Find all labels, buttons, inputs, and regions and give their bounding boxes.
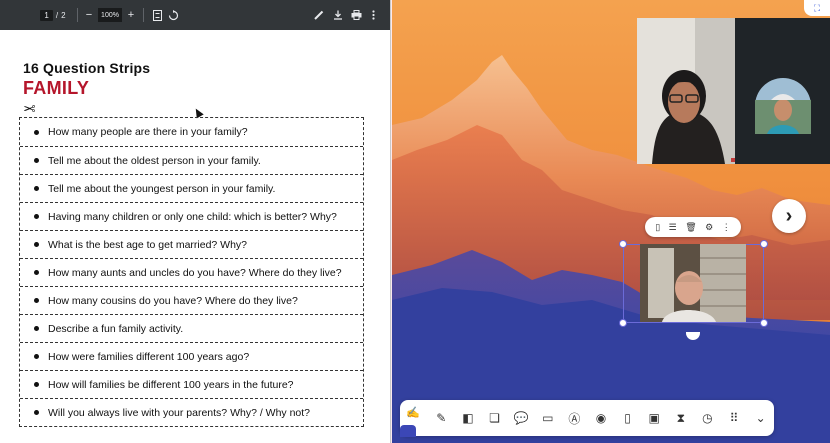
bullet-icon — [34, 186, 39, 191]
bullet-icon — [34, 382, 39, 387]
bullet-icon — [34, 270, 39, 275]
bullet-icon — [34, 298, 39, 303]
participant-video-1[interactable] — [637, 18, 735, 164]
question-strip: Describe a fun family activity. — [20, 314, 363, 342]
image-icon[interactable]: ▭ — [534, 407, 561, 429]
participant-video-2[interactable] — [735, 18, 830, 164]
zoom-out-button[interactable]: − — [84, 7, 94, 23]
screen: 1 / 2 − 100% + 16 Question Strips FAMILY… — [0, 0, 830, 443]
clock-icon[interactable]: ◷ — [694, 407, 721, 429]
question-strip: Will you always live with your parents? … — [20, 398, 363, 426]
question-strip: How will families be different 100 years… — [20, 370, 363, 398]
shapes-icon[interactable]: ◧ — [455, 407, 482, 429]
color-icon[interactable]: ◉ — [588, 407, 615, 429]
question-strips: How many people are there in your family… — [19, 117, 364, 427]
more-vert-icon[interactable] — [369, 7, 377, 23]
sticker-icon[interactable]: ❏ — [481, 407, 508, 429]
more-vert-icon[interactable]: ⋮ — [722, 222, 731, 233]
question-text: How many cousins do you have? Where do t… — [48, 294, 298, 307]
selection-toolbar: ▯ ☰ 🗑 ⚙ ⋮ — [645, 217, 741, 237]
question-strip: How were families different 100 years ag… — [20, 342, 363, 370]
bullet-icon — [34, 410, 39, 415]
chevron-right-icon: › — [785, 205, 793, 227]
layout-icon[interactable]: ☰ — [669, 222, 677, 233]
bullet-icon — [34, 326, 39, 331]
split-icon[interactable]: ▯ — [655, 222, 660, 233]
question-strip: How many people are there in your family… — [20, 118, 363, 146]
document-title: 16 Question Strips — [23, 60, 151, 76]
bullet-icon — [34, 129, 39, 135]
timer-icon[interactable]: ▯ — [614, 407, 641, 429]
question-text: Tell me about the oldest person in your … — [48, 154, 261, 167]
hourglass-icon[interactable]: ⧗ — [667, 407, 694, 429]
bullet-icon — [34, 354, 39, 359]
resize-handle-bottom-right[interactable] — [760, 319, 768, 327]
page-indicator[interactable]: 1 / 2 — [38, 8, 68, 22]
question-text: Tell me about the youngest person in you… — [48, 182, 276, 195]
question-strip: How many cousins do you have? Where do t… — [20, 286, 363, 314]
bottom-toolbar: ✎ ◧ ❏ 💬 ▭ Ⓐ ◉ ▯ ▣ ⧗ ◷ ⠿ ⌄ — [400, 400, 774, 436]
toolbar-divider — [77, 8, 78, 22]
question-text: How will families be different 100 years… — [48, 378, 294, 391]
bullet-icon — [34, 214, 39, 219]
rotate-icon[interactable] — [167, 7, 179, 23]
question-text: Describe a fun family activity. — [48, 322, 184, 335]
resize-handle-top-right[interactable] — [760, 240, 768, 248]
next-button[interactable]: › — [772, 199, 806, 233]
apps-grid-icon[interactable]: ⠿ — [721, 407, 748, 429]
pdf-viewer: 1 / 2 − 100% + 16 Question Strips FAMILY… — [0, 0, 391, 443]
download-icon[interactable] — [332, 7, 344, 23]
settings-icon[interactable]: ⚙ — [705, 222, 713, 233]
toolbar-divider — [143, 8, 144, 22]
resize-handle-top-left[interactable] — [619, 240, 627, 248]
fullscreen-icon[interactable]: ⛶ — [804, 0, 830, 16]
question-text: How many people are there in your family… — [48, 126, 248, 138]
chevron-down-icon[interactable]: ⌄ — [747, 407, 774, 429]
print-icon[interactable] — [350, 7, 362, 23]
whiteboard: ⛶ › ▯ ☰ 🗑 ⚙ ⋮ ✎ ◧ ❏ 💬 ▭ Ⓐ ◉ ▯ ▣ ⧗ ◷ ⠿ ⌄ … — [392, 0, 830, 443]
question-strip: What is the best age to get married? Why… — [20, 230, 363, 258]
question-text: Will you always live with your parents? … — [48, 406, 311, 419]
chat-icon[interactable]: 💬 — [508, 407, 535, 429]
question-strip: Tell me about the oldest person in your … — [20, 146, 363, 174]
page-total: 2 — [61, 10, 66, 20]
document-subtitle: FAMILY — [23, 78, 90, 98]
page-current-input[interactable]: 1 — [40, 9, 53, 21]
resize-handle-bottom-left[interactable] — [619, 319, 627, 327]
zoom-in-button[interactable]: + — [126, 7, 136, 23]
question-text: How were families different 100 years ag… — [48, 350, 250, 363]
question-text: What is the best age to get married? Why… — [48, 238, 248, 251]
question-strip: How many aunts and uncles do you have? W… — [20, 258, 363, 286]
note-edit-icon[interactable]: ✎ — [428, 407, 455, 429]
question-text: Having many children or only one child: … — [48, 210, 337, 223]
scissors-icon: ✂ — [23, 101, 36, 118]
media-icon[interactable]: ▣ — [641, 407, 668, 429]
active-tool-badge[interactable] — [400, 425, 416, 437]
text-icon[interactable]: Ⓐ — [561, 407, 588, 429]
zoom-level-input[interactable]: 100% — [98, 8, 122, 22]
page-separator: / — [55, 10, 59, 20]
bullet-icon — [34, 242, 39, 247]
bullet-icon — [34, 158, 39, 163]
participant-video-3[interactable] — [640, 244, 746, 322]
trash-icon[interactable]: 🗑 — [685, 222, 696, 233]
question-strip: Tell me about the youngest person in you… — [20, 174, 363, 202]
question-strip: Having many children or only one child: … — [20, 202, 363, 230]
pen-icon[interactable] — [313, 7, 325, 23]
fit-page-icon[interactable] — [151, 7, 163, 23]
pdf-toolbar: 1 / 2 − 100% + — [0, 0, 390, 30]
question-text: How many aunts and uncles do you have? W… — [48, 266, 342, 279]
